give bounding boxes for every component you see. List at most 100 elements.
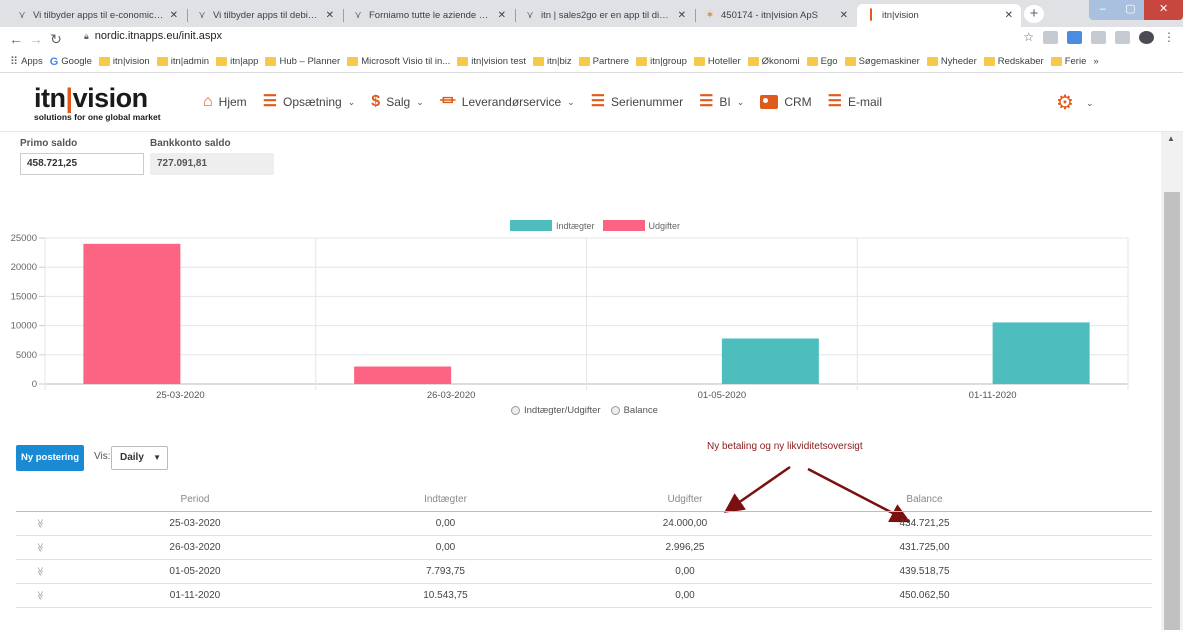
reload-icon[interactable]: ↻ <box>46 31 66 48</box>
nav-supplier-label: Leverandørservice <box>461 95 562 109</box>
close-icon[interactable]: ✕ <box>170 10 178 21</box>
folder-icon <box>983 57 995 66</box>
v-icon: ⋎ <box>18 9 26 21</box>
extension-icon[interactable] <box>1043 30 1058 44</box>
bookmark-item[interactable]: itn|vision test <box>457 56 526 67</box>
bookmark-item[interactable]: Ferie <box>1050 56 1086 67</box>
extension-icon[interactable] <box>1115 30 1130 44</box>
maximize-button[interactable]: ▢ <box>1117 0 1145 20</box>
new-tab-button[interactable]: + <box>1024 5 1044 23</box>
window-close-button[interactable]: ✕ <box>1144 0 1183 20</box>
table-row[interactable]: ≫ 01-05-2020 7.793,75 0,00 439.518,75 <box>16 560 1152 584</box>
nav-email[interactable]: ☰ E-mail <box>828 94 882 110</box>
window-controls: – ▢ ✕ <box>1089 0 1183 20</box>
bookmark-item[interactable]: G Google <box>50 56 92 68</box>
cell-period: 01-05-2020 <box>169 566 221 577</box>
chevron-down-icon: ⌄ <box>416 96 424 107</box>
nav-sales[interactable]: $ Salg ⌄ <box>371 94 423 110</box>
bookmark-item[interactable]: ⠿ Apps <box>10 55 43 68</box>
bookmark-label: Nyheder <box>940 56 977 67</box>
bookmark-item[interactable]: itn|admin <box>156 56 209 67</box>
bookmark-item[interactable]: Redskaber <box>983 56 1044 67</box>
bookmark-item[interactable]: itn|biz <box>533 56 572 67</box>
column-header-balance[interactable]: Balance <box>805 494 1044 505</box>
bookmark-item[interactable]: itn|app <box>216 56 258 67</box>
browser-tab[interactable]: ⋎ Vi tilbyder apps til e-conomic - V ✕ <box>8 4 186 27</box>
postings-table: Period Indtægter Udgifter Balance ≫ 25-03… <box>16 488 1152 608</box>
bookmark-item[interactable]: Nyheder <box>926 56 977 67</box>
cell-period: 26-03-2020 <box>169 542 221 553</box>
nav-setup[interactable]: ☰ Opsætning ⌄ <box>263 94 356 110</box>
folder-icon <box>533 57 544 66</box>
menu-icon[interactable]: ⋮ <box>1163 30 1175 44</box>
page-scrollbar[interactable]: ▲ <box>1161 132 1183 630</box>
bookmark-item[interactable]: Partnere <box>578 56 630 67</box>
cell-balance: 439.518,75 <box>899 566 950 577</box>
bookmark-item[interactable]: Microsoft Visio til in... <box>347 56 450 67</box>
browser-tab-active[interactable]: ┃ itn|vision ✕ <box>857 4 1021 27</box>
scroll-up-icon[interactable]: ▲ <box>1167 134 1175 143</box>
bookmark-item[interactable]: itn|group <box>636 56 687 67</box>
cell-expense: 24.000,00 <box>662 518 708 529</box>
minimize-button[interactable]: – <box>1089 0 1117 20</box>
menu-lines-icon: ☰ <box>262 93 278 110</box>
nav-crm-label: CRM <box>784 95 812 109</box>
nav-email-label: E-mail <box>847 95 882 109</box>
lock-icon: 🔒︎ <box>84 30 89 41</box>
bookmark-item[interactable]: Hoteller <box>693 56 741 67</box>
nav-home[interactable]: ⌂ Hjem <box>203 94 247 110</box>
cell-income: 0,00 <box>435 518 456 529</box>
column-header-income[interactable]: Indtægter <box>326 494 565 505</box>
bookmark-star-icon[interactable]: ☆ <box>1023 30 1034 44</box>
v-icon: ⋎ <box>354 9 362 21</box>
bookmarks-overflow-button[interactable]: » <box>1093 56 1098 67</box>
bookmark-label: Partnere <box>592 56 630 67</box>
contact-card-icon <box>760 95 779 109</box>
bookmark-item[interactable]: Søgemaskiner <box>844 56 920 67</box>
tab-label: itn | sales2go er en app til dig, sc <box>541 10 672 21</box>
url-field[interactable]: 🔒︎ nordic.itnapps.eu/init.aspx <box>84 30 222 42</box>
table-row[interactable]: ≫ 01-11-2020 10.543,75 0,00 450.062,50 <box>16 584 1152 608</box>
nav-bi[interactable]: ☰ BI ⌄ <box>699 94 744 110</box>
logo-text: itn <box>34 83 66 113</box>
browser-tab[interactable]: ⋎ Forniamo tutte le aziende con ap ✕ <box>344 4 514 27</box>
close-icon[interactable]: ✕ <box>326 10 334 21</box>
toolbar-extensions: ☆ ⋮ <box>1023 30 1175 44</box>
back-icon[interactable]: ← <box>6 31 26 47</box>
bookmark-item[interactable]: Ego <box>806 56 838 67</box>
cell-balance: 431.725,00 <box>899 542 950 553</box>
table-row[interactable]: ≫ 25-03-2020 0,00 24.000,00 434.721,25 <box>16 512 1152 536</box>
settings-menu[interactable]: ⚙ ⌄ <box>1056 93 1093 113</box>
star-icon: ✶ <box>705 9 715 21</box>
close-icon[interactable]: ✕ <box>498 10 506 21</box>
bookmark-label: itn|app <box>230 56 259 67</box>
scrollbar-thumb[interactable] <box>1164 192 1180 630</box>
main-nav: ⌂ Hjem ☰ Opsætning ⌄ $ Salg ⌄ ⏛ Leverand… <box>203 94 882 110</box>
profile-avatar[interactable] <box>1139 30 1154 44</box>
itnvision-logo[interactable]: itn|vision solutions for one global mark… <box>34 83 161 123</box>
extension-icon[interactable] <box>1091 30 1106 44</box>
folder-icon <box>693 57 705 66</box>
cell-balance: 434.721,25 <box>899 518 950 529</box>
expand-icon[interactable]: ≫ <box>35 572 46 620</box>
itn-icon: ┃ <box>867 9 875 21</box>
browser-tab[interactable]: ⋎ Vi tilbyder apps til debitoor - Vi ✕ <box>188 4 342 27</box>
close-icon[interactable]: ✕ <box>840 10 848 21</box>
v-icon: ⋎ <box>198 9 206 21</box>
bookmark-item[interactable]: Hub – Planner <box>265 56 340 67</box>
nav-supplier[interactable]: ⏛ Leverandørservice ⌄ <box>440 94 575 110</box>
folder-icon <box>578 57 590 66</box>
nav-crm[interactable]: CRM <box>760 95 812 109</box>
forward-icon[interactable]: → <box>26 31 46 47</box>
column-header-expense[interactable]: Udgifter <box>565 494 805 505</box>
table-row[interactable]: ≫ 26-03-2020 0,00 2.996,25 431.725,00 <box>16 536 1152 560</box>
close-icon[interactable]: ✕ <box>678 10 686 21</box>
close-icon[interactable]: ✕ <box>1005 10 1013 21</box>
nav-serial[interactable]: ☰ Serienummer <box>591 94 683 110</box>
browser-tab[interactable]: ⋎ itn | sales2go er en app til dig, sc ✕ <box>516 4 694 27</box>
column-header-period[interactable]: Period <box>64 494 326 505</box>
browser-tab[interactable]: ✶ 450174 - itn|vision ApS ✕ <box>696 4 856 27</box>
bookmark-item[interactable]: itn|vision <box>98 56 150 67</box>
bookmark-item[interactable]: Økonomi <box>747 56 800 67</box>
extension-icon[interactable] <box>1067 30 1082 44</box>
